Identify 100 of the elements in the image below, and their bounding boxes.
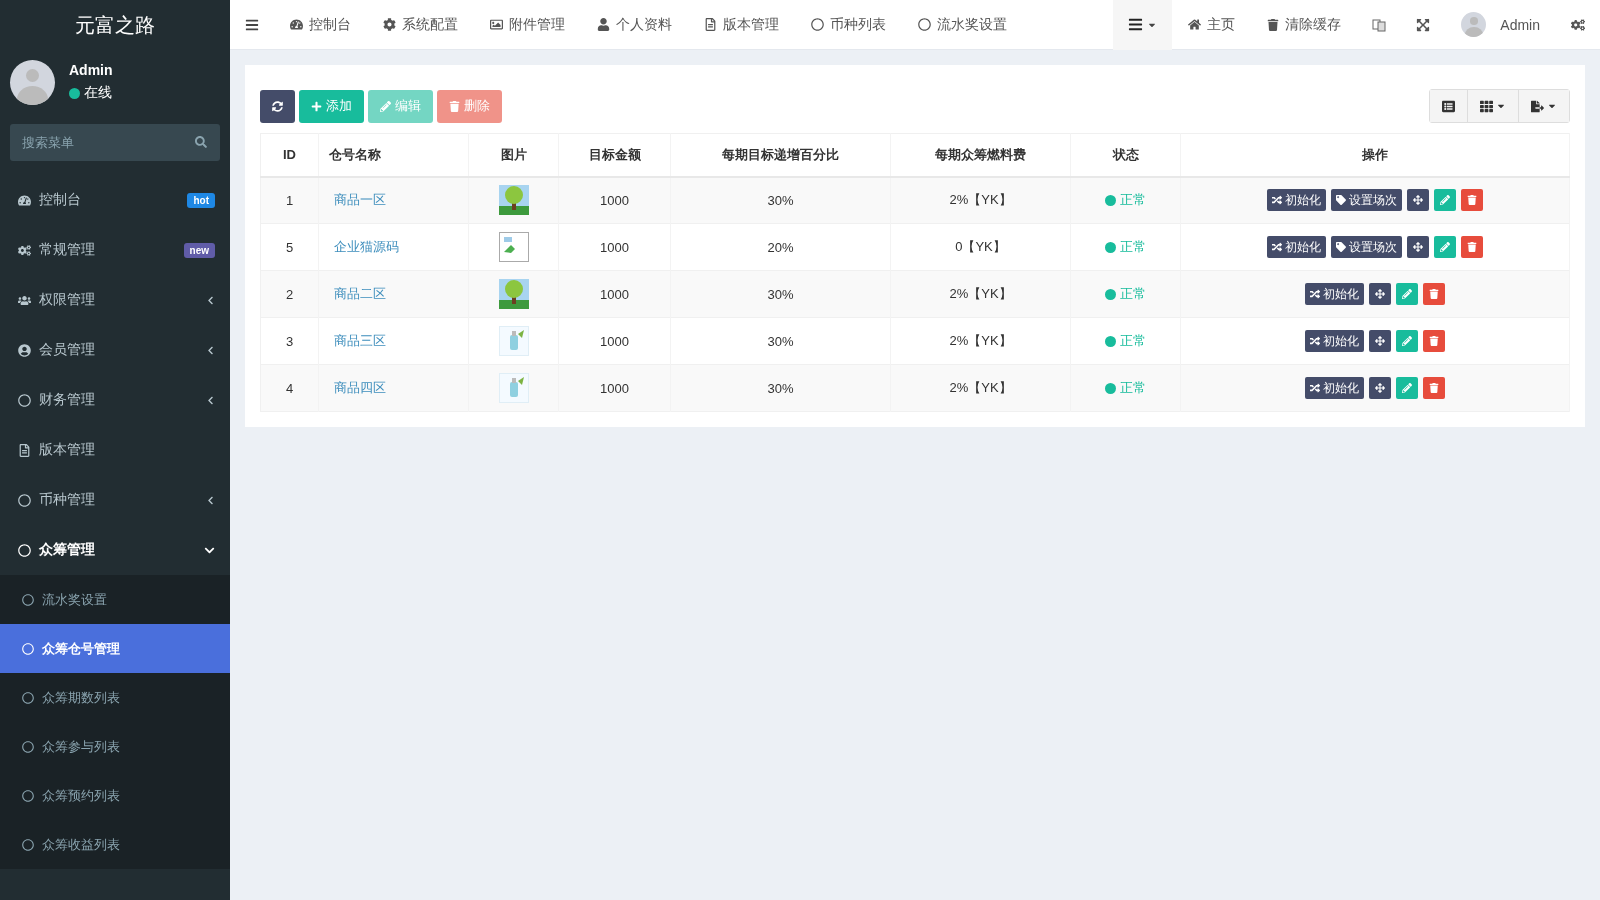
set-session-button[interactable]: 设置场次 [1331, 236, 1402, 258]
fullscreen-icon [1416, 17, 1431, 32]
nav-tab[interactable]: 个人资料 [581, 0, 688, 50]
tree-thumbnail [498, 185, 529, 216]
nav-tab[interactable]: 流水奖设置 [902, 0, 1023, 50]
table-cell: 2%【YK】 [890, 317, 1071, 365]
name-link[interactable]: 商品四区 [320, 380, 386, 395]
pencil-icon [380, 100, 391, 112]
menu-search-field[interactable]: 搜索菜单 [10, 124, 220, 161]
brand-title: 元富之路 [74, 12, 156, 38]
toggle-view-button[interactable] [1430, 90, 1468, 122]
plus-icon [311, 100, 322, 112]
menu-item[interactable]: 版本管理 [0, 425, 230, 475]
gauge-icon [18, 193, 31, 207]
document-icon [18, 443, 31, 457]
trash-icon [1267, 18, 1280, 31]
nav-tab[interactable]: 附件管理 [474, 0, 581, 50]
submenu-item[interactable]: 众筹仓号管理 [0, 624, 230, 673]
name-link[interactable]: 商品三区 [320, 333, 386, 348]
set-session-button[interactable]: 设置场次 [1331, 189, 1402, 212]
init-button[interactable]: 初始化 [1267, 189, 1326, 212]
init-button[interactable]: 初始化 [1267, 236, 1326, 258]
move-icon [1413, 195, 1423, 206]
trash-icon [1429, 383, 1439, 393]
menu-item[interactable]: 财务管理 [0, 375, 230, 425]
menu-item[interactable]: 控制台 hot [0, 175, 230, 225]
trash-icon [1467, 195, 1477, 206]
column-header[interactable]: 每期目标递增百分比 [670, 133, 891, 177]
bottle-thumbnail [498, 373, 529, 403]
column-header[interactable]: 每期众筹燃料费 [890, 133, 1071, 177]
column-header[interactable]: 状态 [1070, 133, 1181, 177]
status-dot [1105, 335, 1116, 347]
column-header[interactable]: 图片 [468, 133, 559, 177]
init-button[interactable]: 初始化 [1305, 283, 1364, 305]
init-button[interactable]: 初始化 [1305, 330, 1364, 352]
submenu-item[interactable]: 众筹期数列表 [0, 673, 230, 722]
delete-button[interactable] [1423, 283, 1445, 305]
name-link[interactable]: 商品一区 [320, 192, 386, 208]
drag-button[interactable] [1407, 236, 1429, 258]
delete-button[interactable] [1423, 377, 1445, 399]
menu-item[interactable]: 权限管理 [0, 275, 230, 325]
table-cell: 1000 [558, 364, 671, 412]
table-cell: 1000 [558, 270, 671, 318]
tree-thumbnail [498, 279, 529, 309]
nav-tab[interactable]: 控制台 [274, 0, 367, 50]
pencil-icon [1402, 383, 1412, 393]
refresh-button[interactable] [260, 89, 295, 123]
nav-tab[interactable]: 版本管理 [688, 0, 795, 50]
menu-item[interactable]: 常规管理 new [0, 225, 230, 275]
settings-icon [383, 18, 396, 31]
shuffle-icon [1272, 242, 1282, 252]
user-menu[interactable]: Admin [1445, 0, 1556, 50]
status-dot [1105, 382, 1116, 394]
submenu-item[interactable]: 众筹参与列表 [0, 722, 230, 771]
nav-tab[interactable]: 币种列表 [795, 0, 902, 50]
delete-button[interactable] [1461, 236, 1483, 258]
trash-icon [1467, 242, 1477, 252]
menu-badge: new [183, 242, 215, 258]
drag-button[interactable] [1369, 283, 1391, 305]
column-header[interactable]: 操作 [1180, 133, 1570, 177]
table-cell: 2 [260, 270, 319, 318]
chevron-left-icon [206, 295, 215, 305]
init-button[interactable]: 初始化 [1305, 377, 1364, 399]
bottle-thumbnail [498, 326, 529, 356]
home-link[interactable]: 主页 [1172, 0, 1252, 50]
user-icon [597, 18, 610, 31]
table-cell: 30% [670, 317, 891, 365]
name-link[interactable]: 企业猫源码 [320, 239, 399, 254]
menu-item[interactable]: 币种管理 [0, 475, 230, 525]
delete-button[interactable] [1423, 330, 1445, 352]
menu-item[interactable]: 会员管理 [0, 325, 230, 375]
submenu-item[interactable]: 流水奖设置 [0, 575, 230, 624]
delete-button[interactable] [1461, 189, 1483, 212]
move-icon [1375, 383, 1385, 393]
drag-button[interactable] [1369, 377, 1391, 399]
table-cell: 1000 [558, 317, 671, 365]
menu-icon [1128, 17, 1144, 32]
user-name: Admin [69, 62, 113, 78]
gauge-icon [290, 18, 303, 31]
status-text: 正常 [1120, 332, 1146, 350]
dropdown-menu-button[interactable] [1113, 0, 1173, 50]
menu-item[interactable]: 众筹管理 [0, 525, 230, 575]
nav-tab[interactable]: 系统配置 [367, 0, 474, 50]
clear-cache-link[interactable]: 清除缓存 [1251, 0, 1358, 50]
column-header[interactable]: ID [260, 133, 319, 177]
home-icon [1188, 18, 1202, 31]
column-header[interactable]: 仓号名称 [318, 133, 469, 177]
submenu-item[interactable]: 众筹预约列表 [0, 771, 230, 820]
drag-button[interactable] [1369, 330, 1391, 352]
column-header[interactable]: 目标金额 [558, 133, 671, 177]
shuffle-icon [1310, 383, 1320, 393]
drag-button[interactable] [1407, 189, 1429, 212]
refresh-icon [272, 100, 283, 112]
table-cell: 1000 [558, 176, 671, 224]
language-icon [1372, 17, 1387, 32]
submenu-item[interactable]: 众筹收益列表 [0, 820, 230, 869]
name-link[interactable]: 商品二区 [320, 286, 386, 301]
image-icon [490, 18, 503, 31]
pencil-icon [1402, 289, 1412, 299]
chevron-left-icon [206, 345, 215, 355]
